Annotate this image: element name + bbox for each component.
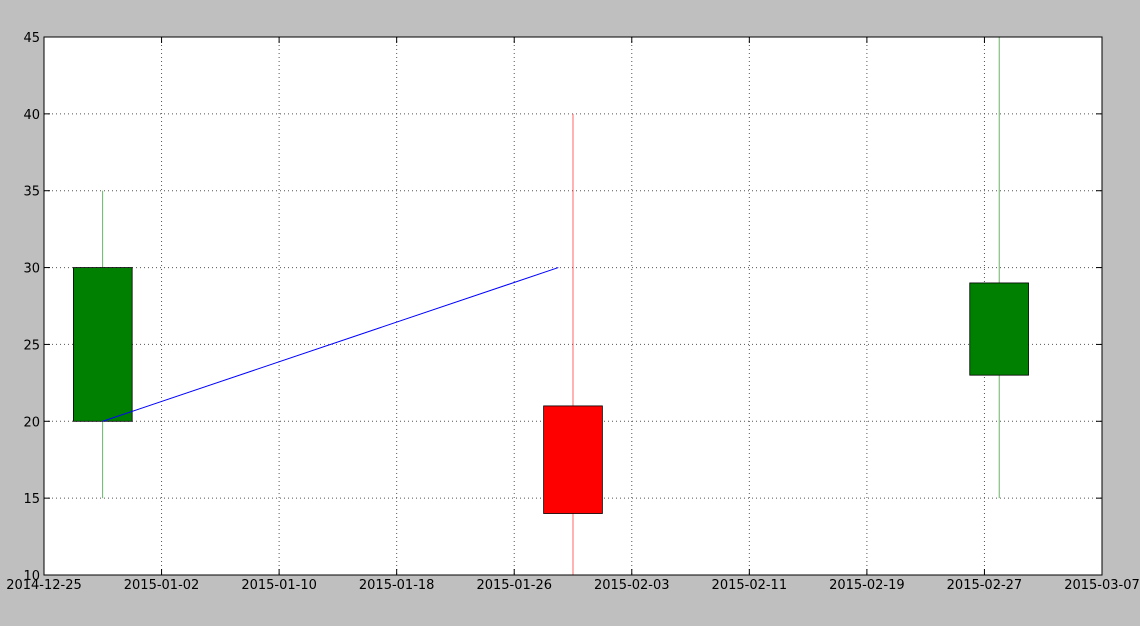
x-tick-label: 2015-01-02 xyxy=(124,578,200,593)
x-tick-label: 2015-01-10 xyxy=(241,578,317,593)
x-tick-label: 2015-01-18 xyxy=(359,578,435,593)
x-tick-label: 2015-02-11 xyxy=(712,578,788,593)
candle-body xyxy=(72,267,133,422)
y-tick-label: 30 xyxy=(23,262,40,277)
x-tick-label: 2015-02-19 xyxy=(829,578,905,593)
y-tick-label: 40 xyxy=(23,108,40,123)
candle-body xyxy=(543,405,603,514)
y-tick-label: 45 xyxy=(23,31,40,46)
x-tick-label: 2015-01-26 xyxy=(476,578,552,593)
candlestick-chart: 2014-12-25 2015-01-02 2015-01-10 2015-01-18… xyxy=(6,31,1140,593)
y-axis-tick-labels: 10 15 20 25 30 35 40 45 xyxy=(23,31,40,584)
x-tick-label: 2014-12-25 xyxy=(6,578,82,593)
x-tick-label: 2015-02-27 xyxy=(947,578,1023,593)
y-tick-label: 35 xyxy=(23,185,40,200)
y-tick-label: 10 xyxy=(23,569,40,584)
y-tick-label: 20 xyxy=(23,415,40,430)
x-tick-label: 2015-03-07 xyxy=(1064,578,1140,593)
x-axis-tick-labels: 2014-12-25 2015-01-02 2015-01-10 2015-01-18… xyxy=(6,578,1140,593)
y-tick-label: 25 xyxy=(23,338,40,353)
candle-body xyxy=(969,282,1029,376)
x-tick-label: 2015-02-03 xyxy=(594,578,670,593)
y-tick-label: 15 xyxy=(23,492,40,507)
